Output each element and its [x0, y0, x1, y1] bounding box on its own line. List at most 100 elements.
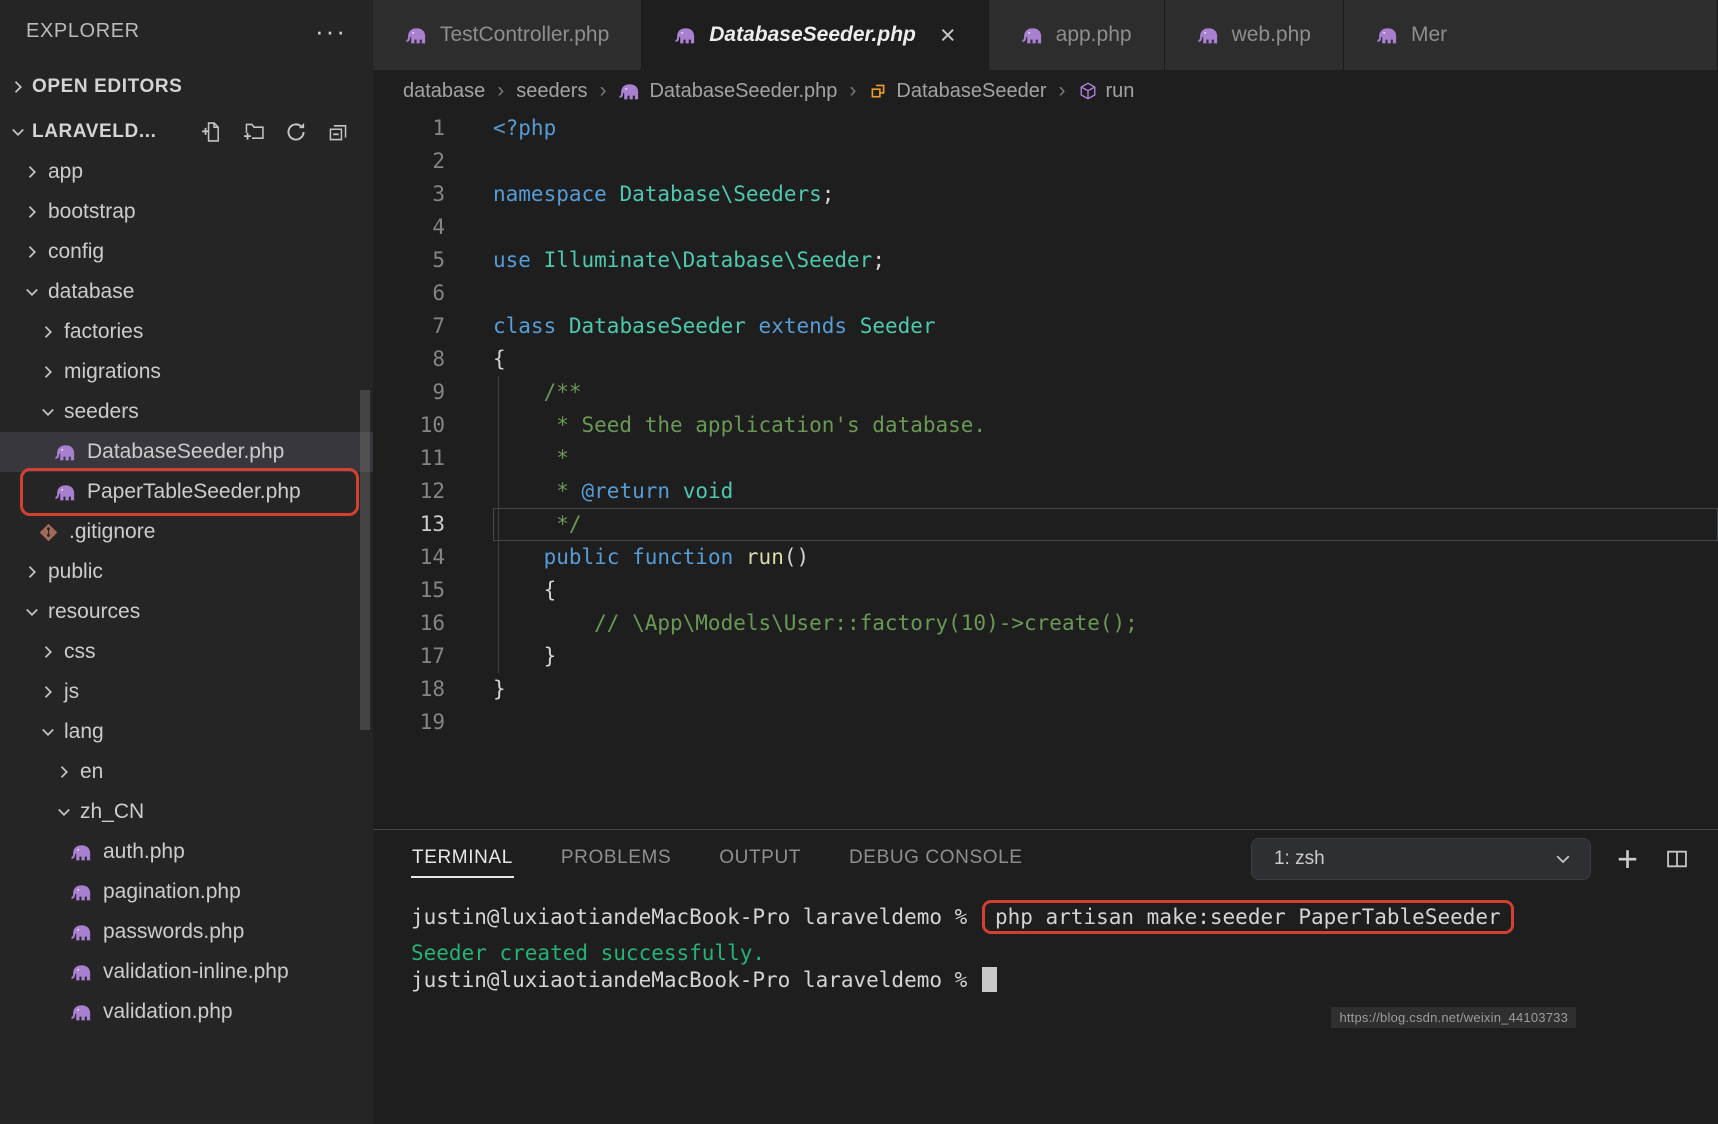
code-text: {: [493, 347, 506, 371]
panel-tab-debug-console[interactable]: DEBUG CONSOLE: [848, 840, 1024, 878]
tree-file-pagination.php[interactable]: pagination.php: [0, 872, 373, 912]
panel-tab-output[interactable]: OUTPUT: [718, 840, 802, 878]
code-line-8[interactable]: 8{: [373, 343, 1718, 376]
open-editors-section[interactable]: OPEN EDITORS: [0, 62, 373, 112]
watermark: https://blog.csdn.net/weixin_44103733: [1331, 1007, 1576, 1028]
tab-web.php[interactable]: web.php: [1164, 0, 1344, 70]
file-tree: app bootstrap config database factories migra…: [0, 152, 373, 1032]
tab-DatabaseSeeder.php[interactable]: DatabaseSeeder.php ×: [642, 0, 989, 70]
breadcrumb-item-database[interactable]: database: [403, 80, 485, 103]
breadcrumb-label: DatabaseSeeder: [896, 79, 1047, 102]
tree-item-label: database: [48, 280, 135, 303]
new-file-icon[interactable]: [201, 121, 223, 143]
line-number: 15: [419, 578, 445, 602]
code-line-16[interactable]: 16 // \App\Models\User::factory(10)->cre…: [373, 607, 1718, 640]
code-text: * Seed the application's database.: [493, 413, 987, 437]
code-text: class DatabaseSeeder extends Seeder: [493, 314, 936, 338]
tree-folder-public[interactable]: public: [0, 552, 373, 592]
tree-folder-factories[interactable]: factories: [0, 312, 373, 352]
new-folder-icon[interactable]: [243, 121, 265, 143]
code-line-14[interactable]: 14 public function run(): [373, 541, 1718, 574]
chevron-right-icon: [8, 77, 28, 97]
line-number: 14: [419, 545, 445, 569]
php-file-icon: [1021, 24, 1044, 47]
git-file-icon: [38, 522, 59, 543]
tree-folder-config[interactable]: config: [0, 232, 373, 272]
tree-folder-en[interactable]: en: [0, 752, 373, 792]
tree-file-passwords.php[interactable]: passwords.php: [0, 912, 373, 952]
code-line-11[interactable]: 11 *: [373, 442, 1718, 475]
chevron-down-icon: [38, 402, 58, 422]
breadcrumb-separator-icon: ›: [1058, 79, 1066, 102]
terminal-shell-select[interactable]: 1: zsh: [1250, 838, 1591, 880]
tree-folder-database[interactable]: database: [0, 272, 373, 312]
panel-tab-terminal[interactable]: TERMINAL: [411, 840, 514, 878]
tree-file-PaperTableSeeder.php[interactable]: PaperTableSeeder.php: [0, 468, 373, 516]
split-terminal-icon[interactable]: [1664, 846, 1690, 872]
breadcrumb-item-run[interactable]: run: [1078, 80, 1134, 103]
sidebar-scrollbar[interactable]: [360, 390, 370, 730]
new-terminal-icon[interactable]: +: [1617, 840, 1638, 876]
chevron-right-icon: [38, 362, 58, 382]
code-line-17[interactable]: 17 }: [373, 640, 1718, 673]
method-icon: [1078, 81, 1098, 101]
tree-folder-resources[interactable]: resources: [0, 592, 373, 632]
tree-folder-css[interactable]: css: [0, 632, 373, 672]
tree-item-label: resources: [48, 600, 141, 623]
code-line-19[interactable]: 19: [373, 706, 1718, 739]
tree-file-auth.php[interactable]: auth.php: [0, 832, 373, 872]
code-line-5[interactable]: 5 use Illuminate\Database\Seeder;: [373, 244, 1718, 277]
tree-file-validation-inline.php[interactable]: validation-inline.php: [0, 952, 373, 992]
chevron-right-icon: [38, 642, 58, 662]
code-line-9[interactable]: 9 /**: [373, 376, 1718, 409]
sidebar-header: EXPLORER ···: [0, 0, 373, 62]
workspace-section[interactable]: LARAVELD...: [0, 112, 373, 152]
tree-folder-app[interactable]: app: [0, 152, 373, 192]
class-icon: [868, 81, 888, 101]
tree-file-validation.php[interactable]: validation.php: [0, 992, 373, 1032]
code-line-7[interactable]: 7 class DatabaseSeeder extends Seeder: [373, 310, 1718, 343]
chevron-down-icon: [8, 122, 28, 142]
tree-item-label: lang: [64, 720, 104, 743]
tree-file-DatabaseSeeder.php[interactable]: DatabaseSeeder.php: [0, 432, 373, 472]
code-line-10[interactable]: 10 * Seed the application's database.: [373, 409, 1718, 442]
collapse-all-icon[interactable]: [327, 121, 349, 143]
terminal-content[interactable]: justin@luxiaotiandeMacBook-Pro laravelde…: [373, 888, 1718, 1124]
line-number: 4: [432, 215, 445, 239]
panel-tab-problems[interactable]: PROBLEMS: [560, 840, 672, 878]
code-text: <?php: [493, 116, 557, 140]
tree-folder-js[interactable]: js: [0, 672, 373, 712]
code-line-6[interactable]: 6: [373, 277, 1718, 310]
code-line-2[interactable]: 2: [373, 145, 1718, 178]
code-line-15[interactable]: 15 {: [373, 574, 1718, 607]
tab-TestController.php[interactable]: TestController.php: [373, 0, 643, 70]
code-line-18[interactable]: 18}: [373, 673, 1718, 706]
line-number: 5: [432, 248, 445, 272]
tree-file-.gitignore[interactable]: .gitignore: [0, 512, 373, 552]
line-number: 18: [419, 677, 445, 701]
breadcrumb-item-seeders[interactable]: seeders: [516, 80, 587, 103]
tree-item-label: .gitignore: [69, 520, 156, 543]
refresh-icon[interactable]: [285, 121, 307, 143]
code-line-12[interactable]: 12 * @return void: [373, 475, 1718, 508]
tab-app.php[interactable]: app.php: [988, 0, 1165, 70]
php-file-icon: [70, 1001, 93, 1024]
tree-folder-zh_CN[interactable]: zh_CN: [0, 792, 373, 832]
close-icon[interactable]: ×: [940, 21, 956, 49]
code-text: * @return void: [493, 479, 734, 503]
code-line-4[interactable]: 4: [373, 211, 1718, 244]
breadcrumb-item-DatabaseSeeder.php[interactable]: DatabaseSeeder.php: [618, 80, 837, 103]
more-actions-icon[interactable]: ···: [315, 18, 347, 44]
code-line-13[interactable]: 13 */: [373, 508, 1718, 541]
line-number: 8: [432, 347, 445, 371]
tree-folder-seeders[interactable]: seeders: [0, 392, 373, 432]
code-line-1[interactable]: 1 <?php: [373, 112, 1718, 145]
tree-folder-bootstrap[interactable]: bootstrap: [0, 192, 373, 232]
code-editor[interactable]: 1 <?php 2 3 namespace Database\Seeders; 4 5 use…: [373, 112, 1718, 829]
code-line-3[interactable]: 3 namespace Database\Seeders;: [373, 178, 1718, 211]
tree-folder-lang[interactable]: lang: [0, 712, 373, 752]
breadcrumb-item-DatabaseSeeder[interactable]: DatabaseSeeder: [868, 79, 1047, 103]
tree-folder-migrations[interactable]: migrations: [0, 352, 373, 392]
tab-Mer[interactable]: Mer: [1343, 0, 1718, 70]
breadcrumb-separator-icon: ›: [599, 79, 607, 102]
